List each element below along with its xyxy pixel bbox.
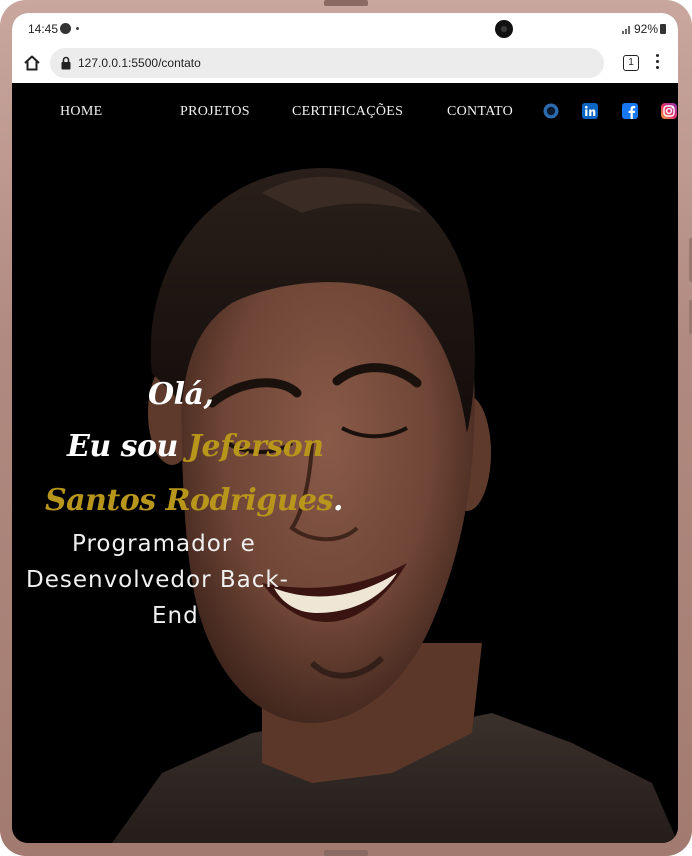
lock-icon	[61, 56, 71, 70]
signal-icon	[622, 26, 630, 34]
status-bar: 14:45 92%	[12, 13, 678, 45]
battery-level: 92%	[634, 22, 659, 36]
device-frame: 14:45 92% 127.0.0.1:5500/contato 1 HOME …	[0, 0, 692, 856]
home-icon[interactable]	[23, 54, 41, 72]
address-bar[interactable]: 127.0.0.1:5500/contato	[50, 48, 604, 78]
browser-toolbar: 127.0.0.1:5500/contato 1	[12, 45, 678, 84]
hero-intro-prefix: Eu sou	[67, 429, 178, 464]
spotify-icon	[60, 23, 71, 34]
hero-subtitle-line3: End	[152, 603, 199, 629]
hero-name-line: Santos Rodrigues.	[45, 483, 343, 518]
url-text[interactable]: 127.0.0.1:5500/contato	[78, 56, 201, 70]
hinge	[324, 850, 368, 856]
notification-dot-icon	[76, 27, 79, 30]
overflow-menu-icon[interactable]	[654, 54, 660, 72]
hero-greeting: Olá,	[148, 377, 214, 412]
hero-intro: Eu sou Jeferson	[67, 429, 324, 464]
hero-name-first: Jeferson	[187, 429, 324, 464]
hero-section: Olá, Eu sou Jeferson Santos Rodrigues. P…	[12, 83, 678, 843]
screen: 14:45 92% 127.0.0.1:5500/contato 1 HOME …	[12, 13, 678, 843]
tab-switcher-button[interactable]: 1	[623, 55, 639, 71]
hero-name-rest: Santos Rodrigues	[45, 483, 334, 518]
hero-period: .	[333, 483, 343, 518]
front-camera	[495, 20, 513, 38]
hinge	[324, 0, 368, 6]
status-time: 14:45	[28, 22, 59, 36]
battery-icon	[660, 24, 666, 34]
hero-subtitle-line2: Desenvolvedor Back-	[26, 567, 289, 593]
hero-subtitle-line1: Programador e	[72, 531, 256, 557]
web-page: HOME PROJETOS CERTIFICAÇÕES CONTATO Olá,…	[12, 83, 678, 843]
